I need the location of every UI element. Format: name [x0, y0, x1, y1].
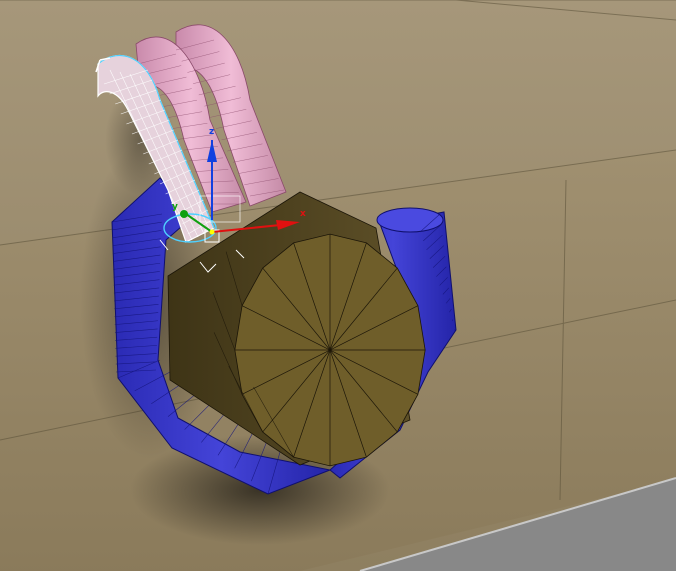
3d-viewport[interactable]: z x y: [0, 0, 676, 571]
gizmo-center: [209, 229, 215, 235]
viewport-scene[interactable]: z x y: [0, 0, 676, 571]
gizmo-y-label: y: [172, 202, 178, 212]
gizmo-y-handle[interactable]: [180, 210, 188, 218]
gizmo-x-label: x: [300, 209, 306, 219]
gizmo-z-label: z: [209, 127, 214, 137]
